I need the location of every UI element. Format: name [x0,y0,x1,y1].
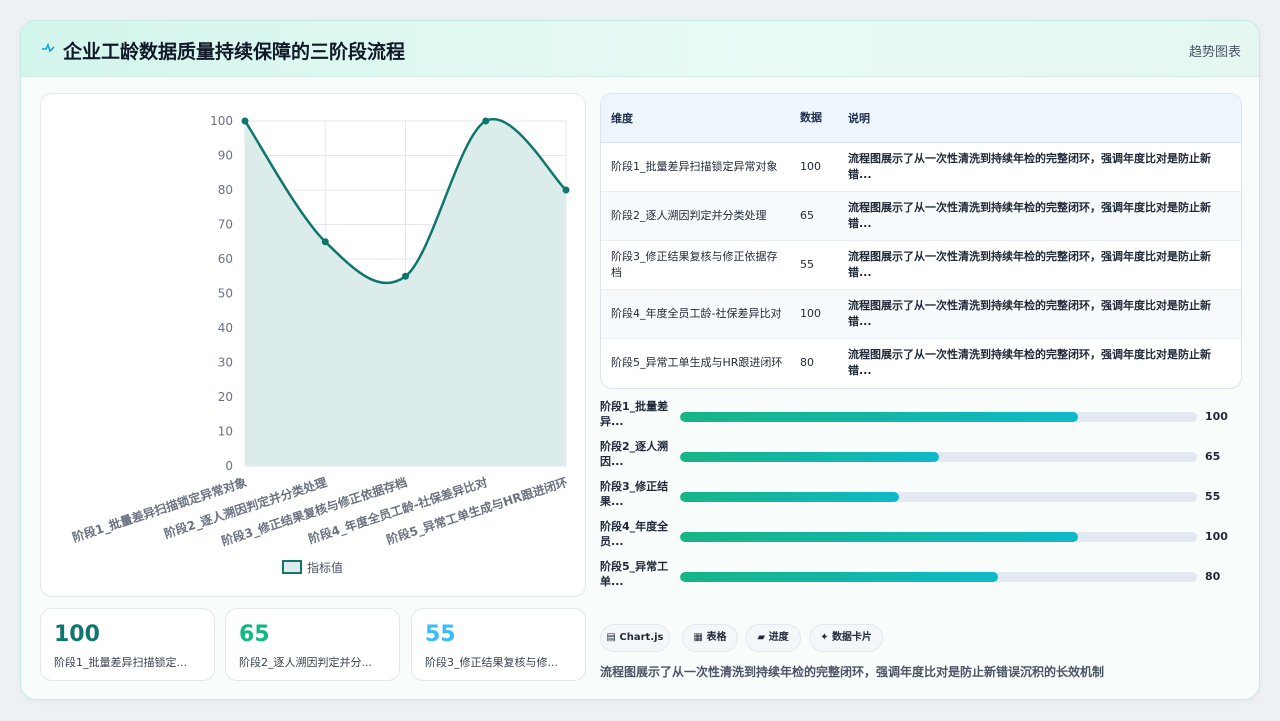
cell-dimension: 阶段2_逐人溯因判定并分类处理 [601,191,796,241]
progress-value: 65 [1205,450,1221,463]
cell-value: 55 [796,240,838,290]
progress-track [680,412,1197,422]
y-tick-label: 50 [218,287,233,301]
dashboard-card: 企业工龄数据质量持续保障的三阶段流程 趋势图表 0 10 20 30 40 50 60 70 8… [20,20,1260,700]
cell-dimension: 阶段4_年度全员工龄-社保差异比对 [601,289,796,339]
cell-dimension: 阶段1_批量差异扫描锁定异常对象 [601,142,796,192]
progress-row: 阶段1_批量差异... 100 [600,399,1240,435]
progress-value: 55 [1205,490,1221,503]
legend-swatch [282,560,302,574]
progress-icon: ▰ [757,632,766,643]
data-point [402,272,409,280]
table-header-row: 维度 数据 说明 [601,94,1241,143]
data-table-panel: 维度 数据 说明 阶段1_批量差异扫描锁定异常对象 100 流程图展示了从一次性… [600,93,1242,389]
pulse-icon [42,42,55,53]
y-tick-label: 100 [210,114,233,128]
header-bar: 企业工龄数据质量持续保障的三阶段流程 趋势图表 [21,21,1259,77]
chip-chartjs[interactable]: ▤ Chart.js [600,624,670,652]
progress-track [680,452,1197,462]
stat-label: 阶段3_修正结果复核与修... [425,656,558,669]
trend-chart-link[interactable]: 趋势图表 [1189,41,1241,60]
progress-fill [680,452,939,462]
chip-label: 表格 [706,632,727,643]
y-tick-label: 30 [218,356,233,370]
progress-label: 阶段4_年度全员... [600,520,669,548]
stat-card-3: 55 阶段3_修正结果复核与修... [411,608,586,681]
stat-value: 65 [239,622,270,647]
progress-value: 80 [1205,570,1221,583]
data-point [482,117,490,125]
y-tick-label: 20 [218,390,233,404]
stat-value: 55 [425,622,456,647]
progress-track [680,532,1197,542]
table-row: 阶段3_修正结果复核与修正依据存档 55 流程图展示了从一次性清洗到持续年检的完… [601,240,1241,290]
progress-row: 阶段4_年度全员... 100 [600,519,1240,555]
line-chart-panel: 0 10 20 30 40 50 60 70 80 90 100 阶段1_批量差异扫描锁定异常对象 阶段… [40,93,586,597]
data-point [241,117,249,125]
progress-label: 阶段1_批量差异... [600,400,669,428]
data-point [562,186,570,194]
cell-description: 流程图展示了从一次性清洗到持续年检的完整闭环，强调年度比对是防止新错... [838,289,1241,339]
column-header-description: 说明 [838,94,1241,143]
y-tick-label: 0 [225,459,233,473]
y-tick-label: 40 [218,321,233,335]
stat-value: 100 [54,622,100,647]
page-title: 企业工龄数据质量持续保障的三阶段流程 [63,41,406,63]
progress-value: 100 [1205,410,1228,423]
cell-description: 流程图展示了从一次性清洗到持续年检的完整闭环，强调年度比对是防止新错... [838,191,1241,241]
table-row: 阶段4_年度全员工龄-社保差异比对 100 流程图展示了从一次性清洗到持续年检的… [601,289,1241,339]
cell-value: 100 [796,289,838,339]
progress-label: 阶段2_逐人溯因... [600,440,669,468]
legend-label: 指标值 [307,560,343,575]
column-header-value: 数据 [796,94,838,143]
progress-fill [680,412,1079,422]
cell-dimension: 阶段3_修正结果复核与修正依据存档 [601,240,796,290]
progress-track [680,492,1197,502]
chip-progress[interactable]: ▰ 进度 [745,624,801,652]
chip-label: 进度 [768,632,789,643]
table-row: 阶段5_异常工单生成与HR跟进闭环 80 流程图展示了从一次性清洗到持续年检的完… [601,339,1241,388]
cell-description: 流程图展示了从一次性清洗到持续年检的完整闭环，强调年度比对是防止新错... [838,240,1241,290]
cell-value: 80 [800,356,814,369]
stat-label: 阶段2_逐人溯因判定并分... [239,656,372,669]
progress-label: 阶段3_修正结果... [600,480,669,508]
cell-description: 流程图展示了从一次性清洗到持续年检的完整闭环，强调年度比对是防止新错... [848,348,1211,377]
progress-row: 阶段2_逐人溯因... 65 [600,439,1240,475]
table-row: 阶段2_逐人溯因判定并分类处理 65 流程图展示了从一次性清洗到持续年检的完整闭… [601,191,1241,241]
table-row: 阶段1_批量差异扫描锁定异常对象 100 流程图展示了从一次性清洗到持续年检的完… [601,142,1241,192]
cell-value: 65 [796,191,838,241]
column-header-dimension: 维度 [601,94,796,143]
y-tick-label: 90 [218,149,233,163]
progress-fill [680,572,998,582]
y-tick-label: 70 [218,218,233,232]
line-chart: 0102030405060708090100阶段1_批量差异扫描锁定异常对象阶段… [70,114,570,575]
card-icon: ✦ [820,632,829,643]
progress-row: 阶段5_异常工单... 80 [600,559,1240,595]
cell-dimension: 阶段5_异常工单生成与HR跟进闭环 [611,356,783,369]
stat-card-2: 65 阶段2_逐人溯因判定并分... [225,608,400,681]
chip-data-card[interactable]: ✦ 数据卡片 [809,624,883,652]
stat-card-1: 100 阶段1_批量差异扫描锁定... [40,608,215,681]
data-point [321,238,329,246]
progress-track [680,572,1197,582]
progress-label: 阶段5_异常工单... [600,560,669,588]
cell-description: 流程图展示了从一次性清洗到持续年检的完整闭环，强调年度比对是防止新错... [838,142,1241,192]
chart-icon: ▤ [606,632,616,643]
chip-label: Chart.js [619,632,664,643]
progress-value: 100 [1205,530,1228,543]
cell-value: 100 [796,142,838,192]
progress-fill [680,532,1079,542]
data-table: 维度 数据 说明 阶段1_批量差异扫描锁定异常对象 100 流程图展示了从一次性… [601,94,1241,387]
chip-table[interactable]: ▦ 表格 [682,624,738,652]
y-tick-label: 80 [218,183,233,197]
y-tick-label: 60 [218,252,233,266]
stat-label: 阶段1_批量差异扫描锁定... [54,656,187,669]
progress-fill [680,492,899,502]
y-tick-label: 10 [218,425,233,439]
progress-row: 阶段3_修正结果... 55 [600,479,1240,515]
footer-summary: 流程图展示了从一次性清洗到持续年检的完整闭环，强调年度比对是防止新错误沉积的长效… [600,665,1105,679]
chip-label: 数据卡片 [831,632,872,643]
table-icon: ▦ [693,632,703,643]
